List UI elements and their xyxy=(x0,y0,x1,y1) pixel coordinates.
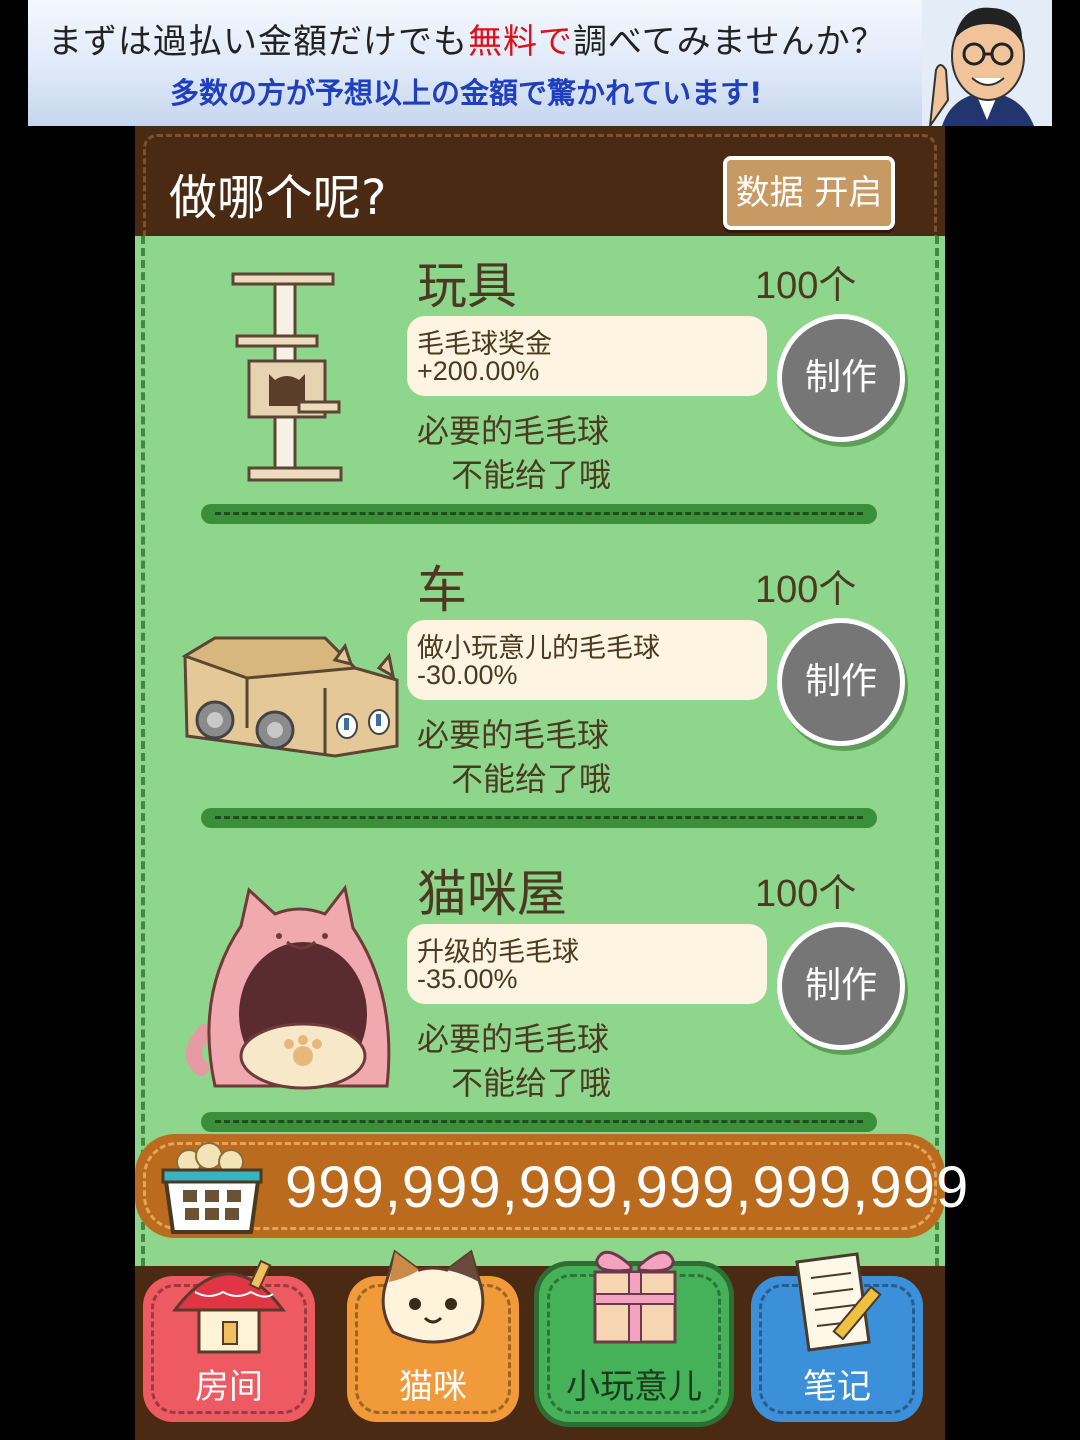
nav-cat-label: 猫咪 xyxy=(399,1367,467,1407)
requirement-label: 必要的毛毛球 xyxy=(417,412,610,450)
effect-value: -30.00% xyxy=(417,660,518,690)
requirement-value: 不能给了哦 xyxy=(451,760,612,798)
item-list[interactable]: 玩具 100个 毛毛球奖金 +200.00% 必要的毛毛球 不能给了哦 制作 车… xyxy=(135,236,945,1266)
header: 做哪个呢? 数据 开启 xyxy=(135,126,945,240)
nav-room-label: 房间 xyxy=(195,1367,263,1407)
nav-cat-button[interactable]: 猫咪 xyxy=(347,1249,519,1422)
cat-face-icon xyxy=(381,1249,485,1344)
item-name: 玩具 xyxy=(417,257,517,315)
basket-icon xyxy=(161,1142,263,1234)
divider xyxy=(201,1112,877,1132)
divider xyxy=(201,808,877,828)
furball-counter: 999,999,999,999,999,999 xyxy=(135,1134,968,1238)
game-screen: 做哪个呢? 数据 开启 玩具 100个 毛毛球奖金 +200.00% 必要的毛毛… xyxy=(135,126,968,1440)
furball-count: 999,999,999,999,999,999 xyxy=(285,1155,970,1220)
item-count: 100个 xyxy=(755,265,857,307)
item-count: 100个 xyxy=(755,569,857,611)
data-toggle-button[interactable]: 数据 开启 xyxy=(723,156,895,230)
nav-toy-label: 小玩意儿 xyxy=(566,1367,702,1407)
nav-note-button[interactable]: 笔记 xyxy=(751,1252,923,1422)
divider xyxy=(201,504,877,524)
make-button[interactable]: 制作 xyxy=(777,618,905,746)
item-count: 100个 xyxy=(755,873,857,915)
make-button[interactable]: 制作 xyxy=(777,922,905,1050)
requirement-value: 不能给了哦 xyxy=(451,456,612,494)
effect-value: +200.00% xyxy=(417,356,540,386)
item-name: 车 xyxy=(417,561,467,619)
list-item: 车 100个 做小玩意儿的毛毛球 -30.00% 必要的毛毛球 不能给了哦 制作 xyxy=(135,540,945,844)
house-icon xyxy=(171,1259,287,1354)
effect-box: 毛毛球奖金 +200.00% xyxy=(407,316,767,396)
nav-note-label: 笔记 xyxy=(803,1367,871,1407)
nav-toy-button[interactable]: 小玩意儿 xyxy=(539,1250,729,1422)
effect-box: 升级的毛毛球 -35.00% xyxy=(407,924,767,1004)
nav-room-button[interactable]: 房间 xyxy=(143,1259,315,1422)
ad-subline: 多数の方が予想以上の金額で驚かれています! xyxy=(170,76,763,110)
cat-house-icon xyxy=(186,884,391,1090)
requirement-label: 必要的毛毛球 xyxy=(417,716,610,754)
effect-box: 做小玩意儿的毛毛球 -30.00% xyxy=(407,620,767,700)
cat-tower-icon xyxy=(231,272,343,482)
page-title: 做哪个呢? xyxy=(169,170,387,226)
notebook-pencil-icon xyxy=(795,1252,882,1352)
man-portrait-icon xyxy=(922,0,1052,126)
gift-box-icon xyxy=(593,1250,677,1344)
list-item: 猫咪屋 100个 升级的毛毛球 -35.00% 必要的毛毛球 不能给了哦 制作 xyxy=(135,844,945,1148)
cardboard-car-icon xyxy=(181,636,399,758)
list-item: 玩具 100个 毛毛球奖金 +200.00% 必要的毛毛球 不能给了哦 制作 xyxy=(135,236,945,540)
ad-banner[interactable]: まずは過払い金額だけでも無料で調べてみませんか？ 多数の方が予想以上の金額で驚か… xyxy=(28,0,1052,126)
requirement-value: 不能给了哦 xyxy=(451,1064,612,1102)
ad-headline: まずは過払い金額だけでも無料で調べてみませんか？ xyxy=(48,22,886,62)
effect-value: -35.00% xyxy=(417,964,518,994)
make-button[interactable]: 制作 xyxy=(777,314,905,442)
item-name: 猫咪屋 xyxy=(417,865,567,923)
requirement-label: 必要的毛毛球 xyxy=(417,1020,610,1058)
